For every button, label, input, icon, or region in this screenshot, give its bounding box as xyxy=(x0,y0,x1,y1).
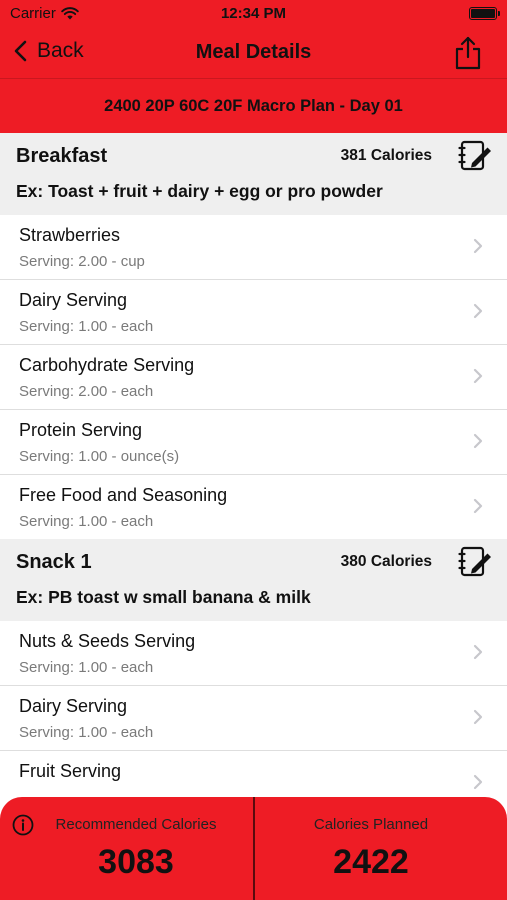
meal-name: Breakfast xyxy=(16,145,108,167)
meal-name: Snack 1 xyxy=(16,551,92,573)
meal-header: Snack 1 380 Calories Ex: PB toast w smal… xyxy=(0,539,507,621)
meal-calories: 381 Calories xyxy=(340,147,432,164)
food-item-serving: Serving: 1.00 - each xyxy=(19,724,154,741)
food-item-name: Fruit Serving xyxy=(19,761,122,781)
food-item-serving: Serving: 1.00 - ounce(s) xyxy=(19,448,180,465)
food-item[interactable]: Strawberries Serving: 2.00 - cup xyxy=(0,215,507,280)
meal-section-snack-1: Snack 1 380 Calories Ex: PB toast w smal… xyxy=(0,539,507,815)
food-item-name: Dairy Serving xyxy=(19,290,128,310)
recommended-calories-label: Recommended Calories xyxy=(55,816,217,833)
meal-example: Ex: PB toast w small banana & milk xyxy=(16,587,311,607)
food-item-serving: Serving: 1.00 - each xyxy=(19,513,154,530)
page-title: Meal Details xyxy=(195,41,312,63)
edit-note-icon[interactable] xyxy=(457,544,493,580)
calories-planned-value: 2422 xyxy=(333,843,409,881)
food-item[interactable]: Dairy Serving Serving: 1.00 - each xyxy=(0,280,507,345)
chevron-right-icon xyxy=(473,368,483,384)
calorie-summary-bar: Recommended Calories 3083 Calories Plann… xyxy=(0,797,507,900)
chevron-right-icon xyxy=(473,774,483,790)
chevron-right-icon xyxy=(473,238,483,254)
meal-header: Breakfast 381 Calories Ex: Toast + fruit… xyxy=(0,133,507,215)
food-item-serving: Serving: 2.00 - each xyxy=(19,383,154,400)
share-icon[interactable] xyxy=(453,36,483,70)
food-item-name: Free Food and Seasoning xyxy=(19,485,228,505)
food-item-name: Dairy Serving xyxy=(19,696,128,716)
food-item-serving: Serving: 1.00 - each xyxy=(19,318,154,335)
plan-title: 2400 20P 60C 20F Macro Plan - Day 01 xyxy=(104,97,403,115)
food-item[interactable]: Protein Serving Serving: 1.00 - ounce(s) xyxy=(0,410,507,475)
chevron-right-icon xyxy=(473,709,483,725)
food-item-serving: Serving: 2.00 - cup xyxy=(19,253,145,270)
edit-note-icon[interactable] xyxy=(457,138,493,174)
food-item-name: Protein Serving xyxy=(19,420,143,440)
status-bar: Carrier 12:34 PM xyxy=(0,0,507,28)
calories-planned-label: Calories Planned xyxy=(313,816,429,833)
meal-example: Ex: Toast + fruit + dairy + egg or pro p… xyxy=(16,181,383,201)
battery-icon xyxy=(469,7,500,20)
food-item-name: Strawberries xyxy=(19,225,121,245)
food-item[interactable]: Carbohydrate Serving Serving: 2.00 - eac… xyxy=(0,345,507,410)
food-item[interactable]: Nuts & Seeds Serving Serving: 1.00 - eac… xyxy=(0,621,507,686)
food-item[interactable]: Dairy Serving Serving: 1.00 - each xyxy=(0,686,507,751)
recommended-calories-value: 3083 xyxy=(98,843,174,881)
chevron-right-icon xyxy=(473,303,483,319)
chevron-right-icon xyxy=(473,498,483,514)
food-item-serving: Serving: 1.00 - each xyxy=(19,659,154,676)
navigation-bar: Back Meal Details xyxy=(0,30,507,79)
status-time: 12:34 PM xyxy=(220,5,287,22)
food-item-name: Nuts & Seeds Serving xyxy=(19,631,196,651)
header: Carrier 12:34 PM Back Meal Details 2400 … xyxy=(0,0,507,133)
food-item[interactable]: Free Food and Seasoning Serving: 1.00 - … xyxy=(0,475,507,539)
meal-calories: 380 Calories xyxy=(340,553,432,570)
meal-section-breakfast: Breakfast 381 Calories Ex: Toast + fruit… xyxy=(0,133,507,539)
meal-list: Breakfast 381 Calories Ex: Toast + fruit… xyxy=(0,133,507,815)
food-item-name: Carbohydrate Serving xyxy=(19,355,195,375)
chevron-right-icon xyxy=(473,433,483,449)
chevron-right-icon xyxy=(473,644,483,660)
